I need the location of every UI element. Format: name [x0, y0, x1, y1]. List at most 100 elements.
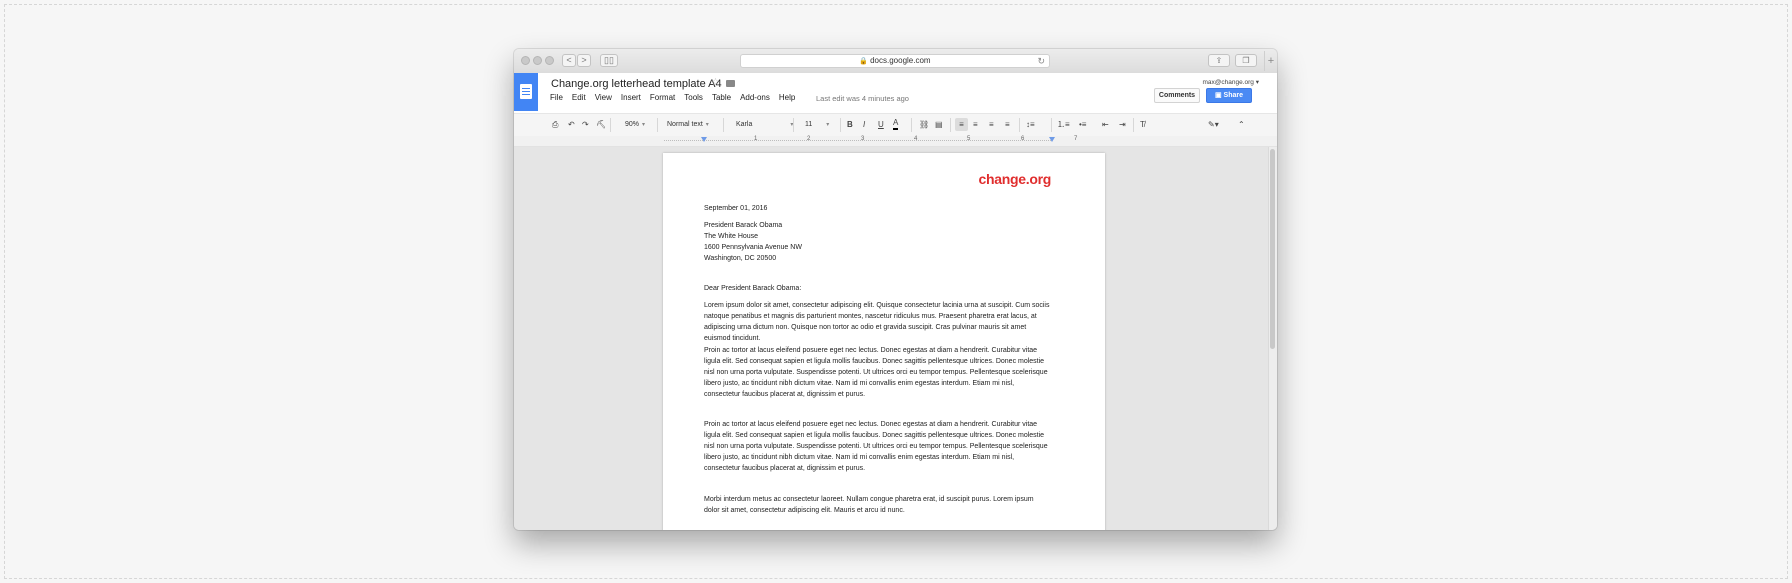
bold-button[interactable]: B — [847, 118, 853, 131]
bulleted-list-icon[interactable]: •≡ — [1079, 118, 1086, 131]
align-right-icon[interactable]: ≡ — [989, 118, 994, 131]
menu-edit[interactable]: Edit — [572, 93, 586, 102]
italic-button[interactable]: I — [863, 118, 865, 131]
horizontal-ruler: 1 2 3 4 5 6 7 — [514, 136, 1277, 147]
menu-file[interactable]: File — [550, 93, 563, 102]
toolbar-divider — [793, 118, 794, 132]
address-line: Washington, DC 20500 — [704, 255, 777, 262]
font-value: Karla — [736, 121, 753, 128]
letter-date[interactable]: September 01, 2016 — [704, 203, 1050, 214]
body-paragraph[interactable]: Proin ac tortor at lacus eleifend posuer… — [704, 345, 1050, 400]
ruler-number: 4 — [914, 136, 918, 142]
link-icon[interactable]: ⛓ — [919, 118, 929, 131]
account-menu[interactable]: max@change.org ▾ — [1203, 78, 1259, 86]
underline-button[interactable]: U — [878, 118, 884, 131]
menu-add-ons[interactable]: Add-ons — [740, 93, 770, 102]
ruler-number: 6 — [1021, 136, 1025, 142]
menu-insert[interactable]: Insert — [621, 93, 641, 102]
minimize-window-button[interactable] — [533, 56, 542, 65]
right-indent-marker[interactable] — [1049, 137, 1055, 142]
print-icon[interactable]: ⎙ — [552, 118, 558, 131]
share-button[interactable]: ▣ Share — [1206, 88, 1252, 103]
toolbar-divider — [657, 118, 658, 132]
menu-format[interactable]: Format — [650, 93, 675, 102]
reload-icon[interactable]: ↻ — [1037, 55, 1045, 67]
left-indent-marker[interactable] — [701, 137, 707, 142]
menu-table[interactable]: Table — [712, 93, 731, 102]
plus-icon: + — [1267, 55, 1275, 67]
browser-window: < > ▯▯ 🔒 docs.google.com ↻ ⇪ ❐ + Change.o… — [514, 49, 1277, 530]
toolbar-divider — [723, 118, 724, 132]
star-icon[interactable]: ☆ — [711, 77, 720, 88]
style-select[interactable]: Normal text ▾ — [667, 118, 709, 131]
body-paragraph[interactable]: Lorem ipsum dolor sit amet, consectetur … — [704, 300, 1050, 344]
share-sheet-icon: ⇪ — [1215, 56, 1223, 65]
comments-button[interactable]: Comments — [1154, 88, 1200, 103]
align-justify-icon[interactable]: ≡ — [1005, 118, 1010, 131]
document-title[interactable]: Change.org letterhead template A4 — [551, 78, 722, 90]
browser-titlebar: < > ▯▯ 🔒 docs.google.com ↻ ⇪ ❐ + — [514, 49, 1277, 74]
forward-button[interactable]: > — [577, 54, 591, 67]
zoom-select[interactable]: 90% ▾ — [625, 118, 645, 131]
align-center-icon[interactable]: ≡ — [973, 118, 978, 131]
collapse-menu-icon[interactable]: ⌃ — [1238, 118, 1245, 131]
numbered-list-icon[interactable]: ⒈≡ — [1057, 118, 1070, 131]
new-tab-button[interactable]: + — [1264, 51, 1277, 71]
account-email: max@change.org — [1202, 79, 1254, 86]
docs-logo-icon — [520, 84, 532, 99]
back-button[interactable]: < — [562, 54, 576, 67]
body-paragraph[interactable]: Proin ac tortor at lacus eleifend posuer… — [704, 419, 1050, 474]
chevron-down-icon: ▾ — [705, 122, 709, 128]
last-edit-status[interactable]: Last edit was 4 minutes ago — [816, 94, 909, 103]
vertical-scrollbar[interactable] — [1268, 147, 1277, 530]
recipient-address[interactable]: President Barack Obama The White House 1… — [704, 220, 1050, 264]
sidebar-button[interactable]: ▯▯ — [600, 54, 618, 67]
close-window-button[interactable] — [521, 56, 530, 65]
brand-logo: change.org — [978, 171, 1052, 187]
menu-help[interactable]: Help — [779, 93, 795, 102]
editing-mode-icon[interactable]: ✎▾ — [1208, 118, 1219, 131]
lock-icon: 🔒 — [859, 58, 869, 65]
paint-format-icon[interactable]: ⛏ — [596, 118, 606, 131]
lock-share-icon: ▣ — [1214, 92, 1224, 99]
font-select[interactable]: Karla ▾ — [736, 118, 793, 131]
share-sheet-button[interactable]: ⇪ — [1208, 54, 1230, 67]
undo-icon[interactable]: ↶ — [568, 118, 575, 131]
toolbar-divider — [840, 118, 841, 132]
toolbar-divider — [1051, 118, 1052, 132]
address-bar[interactable]: 🔒 docs.google.com ↻ — [740, 54, 1050, 68]
scrollbar-thumb[interactable] — [1270, 149, 1275, 349]
comment-icon[interactable]: ▤ — [935, 118, 943, 131]
align-left-icon[interactable]: ≡ — [955, 118, 968, 131]
clear-formatting-icon[interactable]: T̸ — [1140, 118, 1145, 131]
body-paragraph[interactable]: Morbi interdum metus ac consectetur laor… — [704, 494, 1050, 516]
text-color-button[interactable]: A — [893, 118, 899, 130]
decrease-indent-icon[interactable]: ⇤ — [1102, 118, 1109, 131]
docs-home-button[interactable] — [514, 73, 538, 111]
sidebar-icon: ▯▯ — [604, 55, 614, 65]
chevron-down-icon: ▾ — [642, 122, 646, 128]
line-spacing-icon[interactable]: ↕≡ — [1026, 118, 1035, 131]
toolbar-divider — [1019, 118, 1020, 132]
menu-tools[interactable]: Tools — [684, 93, 703, 102]
menu-view[interactable]: View — [595, 93, 612, 102]
increase-indent-icon[interactable]: ⇥ — [1119, 118, 1126, 131]
back-icon: < — [566, 55, 572, 65]
folder-icon[interactable] — [726, 80, 735, 87]
ruler-number: 7 — [1074, 136, 1078, 142]
address-line: President Barack Obama — [704, 222, 783, 229]
document-page[interactable]: change.org September 01, 2016 President … — [663, 153, 1105, 530]
address-line: 1600 Pennsylvania Avenue NW — [704, 244, 802, 251]
zoom-value: 90% — [625, 121, 640, 128]
tabs-overview-icon: ❐ — [1242, 56, 1250, 65]
address-line: The White House — [704, 233, 759, 240]
font-size-select[interactable]: 11 ▾ — [805, 118, 829, 131]
redo-icon[interactable]: ↷ — [582, 118, 589, 131]
chevron-down-icon: ▾ — [1255, 79, 1259, 86]
zoom-window-button[interactable] — [545, 56, 554, 65]
tabs-overview-button[interactable]: ❐ — [1235, 54, 1257, 67]
document-canvas[interactable]: change.org September 01, 2016 President … — [514, 147, 1269, 530]
ruler-number: 2 — [807, 136, 811, 142]
font-size-value: 11 — [805, 121, 813, 128]
letter-greeting[interactable]: Dear President Barack Obama: — [704, 283, 1050, 294]
